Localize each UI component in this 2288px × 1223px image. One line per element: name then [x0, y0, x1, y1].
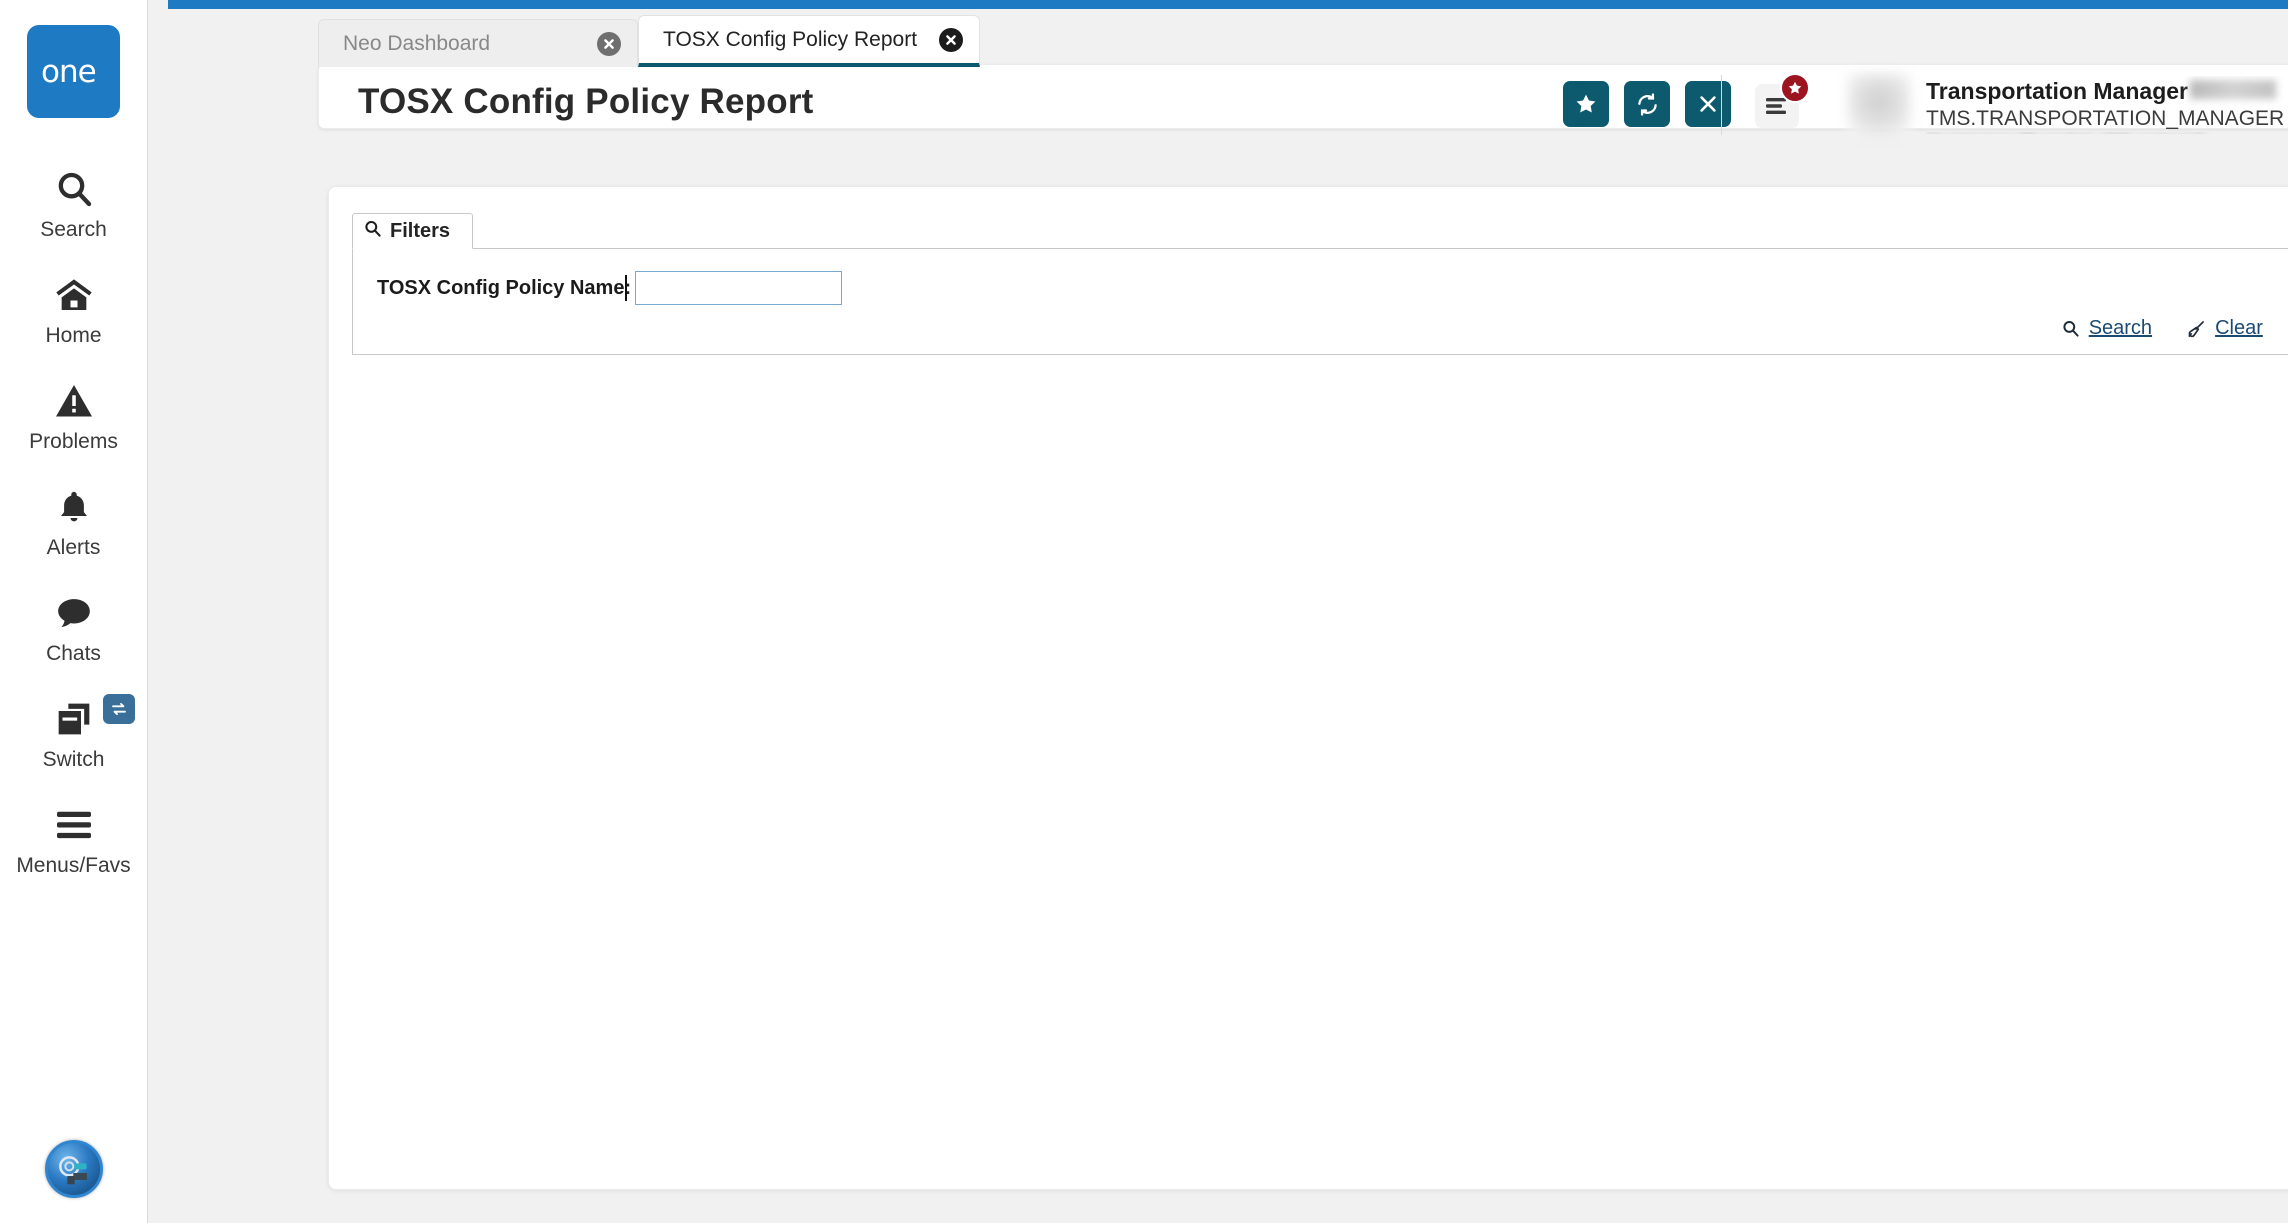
- sidebar-nav: Search Home Problems: [0, 160, 147, 902]
- filters-tab-row: Filters: [352, 213, 2288, 249]
- sidebar-item-problems[interactable]: Problems: [0, 372, 147, 478]
- sidebar-item-menus-favs[interactable]: Menus/Favs: [0, 796, 147, 902]
- star-icon: [1787, 80, 1803, 96]
- page-header: TOSX Config Policy Report: [318, 64, 2288, 129]
- close-circle-icon[interactable]: [939, 28, 963, 52]
- tab-neo-dashboard[interactable]: Neo Dashboard: [318, 19, 638, 67]
- filter-actions: Search Clear: [2061, 317, 2288, 340]
- filters-panel: Filters TOSX Config Policy Name:: [352, 213, 2288, 355]
- search-icon: [363, 219, 382, 244]
- refresh-button[interactable]: [1624, 81, 1670, 127]
- brand-logo[interactable]: one: [27, 25, 120, 118]
- ai-assistant-orb-icon[interactable]: [45, 1140, 103, 1198]
- user-role: TMS.TRANSPORTATION_MANAGER: [1926, 107, 2284, 131]
- report-body-card: Filters TOSX Config Policy Name:: [328, 186, 2288, 1190]
- user-name: Transportation Manager: [1926, 78, 2188, 105]
- home-icon: [53, 272, 95, 318]
- sidebar-item-label: Menus/Favs: [16, 854, 130, 878]
- text-cursor: [625, 275, 627, 301]
- search-icon: [2061, 319, 2080, 338]
- star-icon: [1574, 92, 1598, 116]
- switch-windows-icon: [53, 696, 95, 742]
- clear-link[interactable]: Clear: [2186, 317, 2263, 340]
- sidebar-item-label: Search: [40, 218, 107, 242]
- sidebar-item-label: Alerts: [47, 536, 101, 560]
- sidebar-item-search[interactable]: Search: [0, 160, 147, 266]
- tab-label: Neo Dashboard: [343, 32, 490, 56]
- tab-filters[interactable]: Filters: [352, 213, 473, 249]
- user-org-wrapper: Customer IT and In OS network: [1926, 132, 2284, 134]
- filters-tab-label: Filters: [390, 220, 450, 243]
- chat-bubble-icon: [54, 590, 94, 636]
- application-window: one Search: [0, 0, 2288, 1223]
- refresh-icon: [1635, 92, 1660, 117]
- page-title: TOSX Config Policy Report: [358, 82, 814, 122]
- sidebar-item-home[interactable]: Home: [0, 266, 147, 372]
- sidebar-item-label: Chats: [46, 642, 101, 666]
- tab-strip: Neo Dashboard TOSX Config Policy Report: [318, 19, 980, 67]
- assistant-head-icon: [54, 1149, 94, 1189]
- one-wordmark-icon: one: [41, 55, 107, 89]
- search-icon: [54, 166, 94, 212]
- svg-text:one: one: [41, 55, 96, 89]
- clear-link-label: Clear: [2215, 317, 2263, 340]
- favorites-badge: [1780, 73, 1810, 103]
- user-name-row: Transportation Manager: [1926, 78, 2284, 105]
- user-org: Customer IT and In OS network: [1926, 132, 2207, 134]
- sidebar-item-label: Home: [45, 324, 101, 348]
- broom-icon: [2186, 319, 2206, 339]
- warning-triangle-icon: [54, 378, 94, 424]
- redacted-name-block: [2190, 80, 2276, 99]
- close-circle-icon[interactable]: [597, 32, 621, 56]
- close-button[interactable]: [1685, 81, 1731, 127]
- sidebar-item-label: Switch: [43, 748, 105, 772]
- top-accent-bar: [168, 0, 2288, 9]
- main-content-area: Neo Dashboard TOSX Config Policy Report: [148, 0, 2288, 1223]
- hamburger-icon: [53, 802, 95, 848]
- user-details: Transportation Manager TMS.TRANSPORTATIO…: [1926, 76, 2284, 134]
- avatar: [1848, 74, 1910, 136]
- filter-row-policy-name: TOSX Config Policy Name:: [377, 271, 842, 305]
- sidebar-item-label: Problems: [29, 430, 118, 454]
- tosx-config-policy-name-input[interactable]: [635, 271, 842, 305]
- header-divider: [1721, 75, 1722, 135]
- menus-favs-button[interactable]: [1755, 84, 1799, 128]
- filter-label: TOSX Config Policy Name:: [377, 277, 631, 300]
- swap-arrows-icon[interactable]: [103, 694, 135, 724]
- bell-icon: [56, 484, 92, 530]
- search-link[interactable]: Search: [2061, 317, 2152, 340]
- sidebar-item-alerts[interactable]: Alerts: [0, 478, 147, 584]
- sidebar-item-switch[interactable]: Switch: [0, 690, 147, 796]
- search-link-label: Search: [2089, 317, 2152, 340]
- sidebar-item-chats[interactable]: Chats: [0, 584, 147, 690]
- x-icon: [1697, 93, 1719, 115]
- left-sidebar: one Search: [0, 0, 148, 1223]
- filters-body: TOSX Config Policy Name:: [352, 249, 2288, 355]
- tab-label: TOSX Config Policy Report: [663, 28, 917, 52]
- user-profile[interactable]: Transportation Manager TMS.TRANSPORTATIO…: [1848, 74, 2284, 136]
- tab-tosx-config-policy-report[interactable]: TOSX Config Policy Report: [638, 15, 980, 67]
- favorite-button[interactable]: [1563, 81, 1609, 127]
- header-action-buttons: [1563, 81, 1731, 127]
